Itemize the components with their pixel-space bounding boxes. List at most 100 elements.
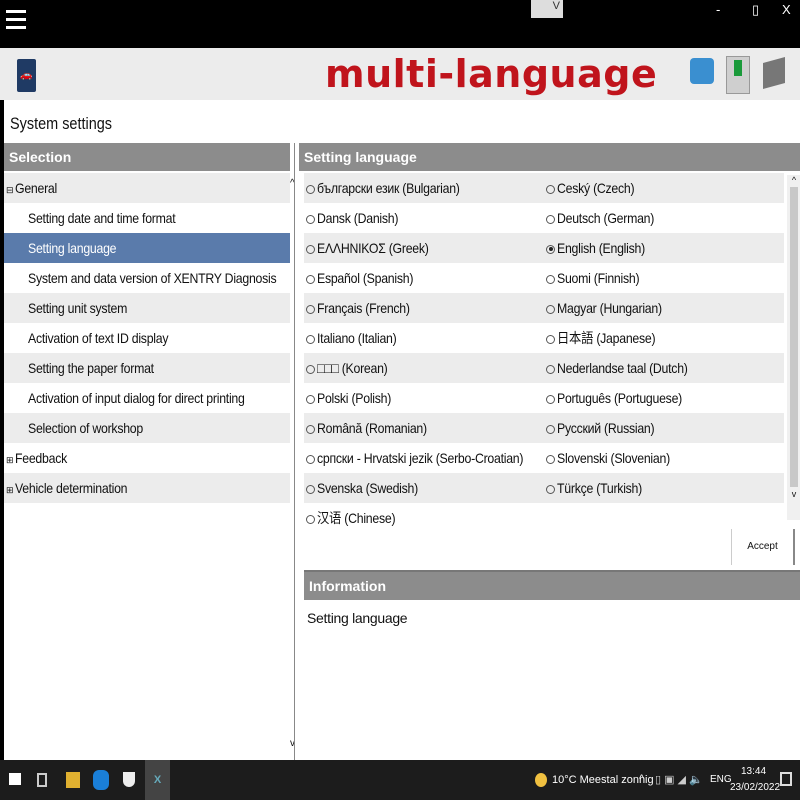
radio-button[interactable] — [306, 304, 315, 314]
language-option[interactable]: Română (Romanian) — [304, 413, 544, 443]
input-language[interactable]: ENG — [710, 774, 732, 785]
language-option[interactable]: 日本語 (Japanese) — [544, 323, 784, 353]
radio-button[interactable] — [306, 184, 315, 194]
radio-button[interactable] — [306, 364, 315, 374]
maximize-button[interactable]: ▯ — [752, 2, 759, 18]
language-label: Dansk (Danish) — [317, 210, 399, 226]
radio-button[interactable] — [306, 424, 315, 434]
clock-date[interactable]: 23/02/2022 — [730, 782, 780, 793]
radio-button[interactable] — [546, 214, 555, 224]
tree-item-label: Activation of text ID display — [28, 330, 169, 346]
clock-time[interactable]: 13:44 — [741, 766, 766, 777]
language-option[interactable]: English (English) — [544, 233, 784, 263]
tree-item[interactable]: Setting the paper format — [4, 353, 290, 383]
language-label: Slovenski (Slovenian) — [557, 450, 670, 466]
tree-item[interactable]: Selection of workshop — [4, 413, 290, 443]
tree-item-label: Selection of workshop — [28, 420, 143, 436]
security-shield-icon[interactable] — [123, 772, 135, 787]
tree-item-label: Setting the paper format — [28, 360, 154, 376]
language-option[interactable]: □□□ (Korean) — [304, 353, 544, 383]
language-label: English (English) — [557, 240, 645, 256]
language-option[interactable]: Français (French) — [304, 293, 544, 323]
language-option[interactable]: Magyar (Hungarian) — [544, 293, 784, 323]
book-icon[interactable] — [763, 57, 785, 89]
ime-indicator[interactable]: V — [531, 0, 563, 18]
language-option[interactable]: Español (Spanish) — [304, 263, 544, 293]
tree-item-label: Setting language — [28, 240, 117, 256]
language-header: Setting language — [299, 143, 800, 171]
tree-item[interactable]: ⊞ Vehicle determination — [4, 473, 290, 503]
language-option[interactable]: српски - Hrvatski jezik (Serbo-Croatian) — [304, 443, 544, 473]
expand-icon[interactable]: ⊞ — [6, 485, 14, 495]
radio-button[interactable] — [546, 244, 555, 254]
tree-item[interactable]: Setting language — [4, 233, 290, 263]
language-option[interactable]: ΕΛΛΗΝΙΚΟΣ (Greek) — [304, 233, 544, 263]
language-option[interactable]: Русский (Russian) — [544, 413, 784, 443]
language-option[interactable]: Polski (Polish) — [304, 383, 544, 413]
close-button[interactable]: X — [782, 2, 791, 17]
radio-button[interactable] — [546, 364, 555, 374]
tree-item[interactable]: Activation of text ID display — [4, 323, 290, 353]
radio-button[interactable] — [546, 334, 555, 344]
chat-icon[interactable] — [690, 58, 714, 84]
tree-item[interactable]: Setting unit system — [4, 293, 290, 323]
radio-button[interactable] — [306, 454, 315, 464]
language-label: Türkçe (Turkish) — [557, 480, 642, 496]
tree-item[interactable]: ⊟ General — [4, 173, 290, 203]
radio-button[interactable] — [306, 484, 315, 494]
language-scrollbar[interactable]: ^ v — [787, 175, 800, 520]
radio-button[interactable] — [546, 484, 555, 494]
teamviewer-icon[interactable] — [93, 770, 109, 790]
radio-button[interactable] — [306, 244, 315, 254]
tree-item[interactable]: Setting date and time format — [4, 203, 290, 233]
tray-chevron-icon[interactable]: ^ — [639, 773, 644, 785]
selection-panel: Selection ⊟ General Setting date and time … — [4, 143, 290, 503]
language-label: □□□ (Korean) — [317, 360, 388, 376]
language-option[interactable]: Suomi (Finnish) — [544, 263, 784, 293]
windows-start-icon[interactable] — [9, 773, 21, 785]
radio-button[interactable] — [306, 394, 315, 404]
language-option[interactable]: български език (Bulgarian) — [304, 173, 544, 203]
language-option[interactable]: Deutsch (German) — [544, 203, 784, 233]
language-option[interactable]: Ceský (Czech) — [544, 173, 784, 203]
language-option[interactable]: Türkçe (Turkish) — [544, 473, 784, 503]
radio-button[interactable] — [306, 334, 315, 344]
printer-upload-icon[interactable] — [726, 56, 750, 94]
language-label: Polski (Polish) — [317, 390, 392, 406]
tree-item[interactable]: ⊞ Feedback — [4, 443, 290, 473]
page-title: System settings — [10, 114, 112, 133]
task-view-icon[interactable] — [37, 773, 47, 787]
radio-button[interactable] — [546, 424, 555, 434]
tray-icons[interactable]: ▯ ▣ ◢ 🔈 — [655, 773, 703, 786]
system-settings-window: System settings Selection ⊟ General Settin… — [4, 100, 800, 760]
expand-icon[interactable]: ⊞ — [6, 455, 14, 465]
accept-button[interactable]: Accept — [731, 529, 795, 565]
language-option[interactable]: Slovenski (Slovenian) — [544, 443, 784, 473]
radio-button[interactable] — [306, 514, 315, 524]
language-option[interactable]: Italiano (Italian) — [304, 323, 544, 353]
vehicle-icon[interactable]: 🚗 — [17, 59, 36, 92]
xentry-icon[interactable]: X — [145, 760, 170, 800]
language-option[interactable]: Nederlandse taal (Dutch) — [544, 353, 784, 383]
language-option[interactable]: 汉语 (Chinese) — [304, 503, 544, 533]
information-header: Information — [304, 572, 800, 600]
radio-button[interactable] — [546, 394, 555, 404]
minimize-button[interactable]: - — [716, 2, 720, 17]
collapse-icon[interactable]: ⊟ — [6, 185, 14, 195]
language-option[interactable]: Dansk (Danish) — [304, 203, 544, 233]
tree-item[interactable]: Activation of input dialog for direct pr… — [4, 383, 290, 413]
radio-button[interactable] — [546, 304, 555, 314]
language-option[interactable]: Português (Portuguese) — [544, 383, 784, 413]
radio-button[interactable] — [546, 454, 555, 464]
language-option[interactable]: Svenska (Swedish) — [304, 473, 544, 503]
radio-button[interactable] — [306, 274, 315, 284]
language-label: Nederlandse taal (Dutch) — [557, 360, 688, 376]
radio-button[interactable] — [306, 214, 315, 224]
radio-button[interactable] — [546, 184, 555, 194]
file-explorer-icon[interactable] — [66, 772, 80, 788]
language-label: Suomi (Finnish) — [557, 270, 640, 286]
hamburger-menu-icon[interactable] — [6, 10, 26, 29]
notification-icon[interactable] — [780, 772, 792, 786]
tree-item[interactable]: System and data version of XENTRY Diagno… — [4, 263, 290, 293]
radio-button[interactable] — [546, 274, 555, 284]
